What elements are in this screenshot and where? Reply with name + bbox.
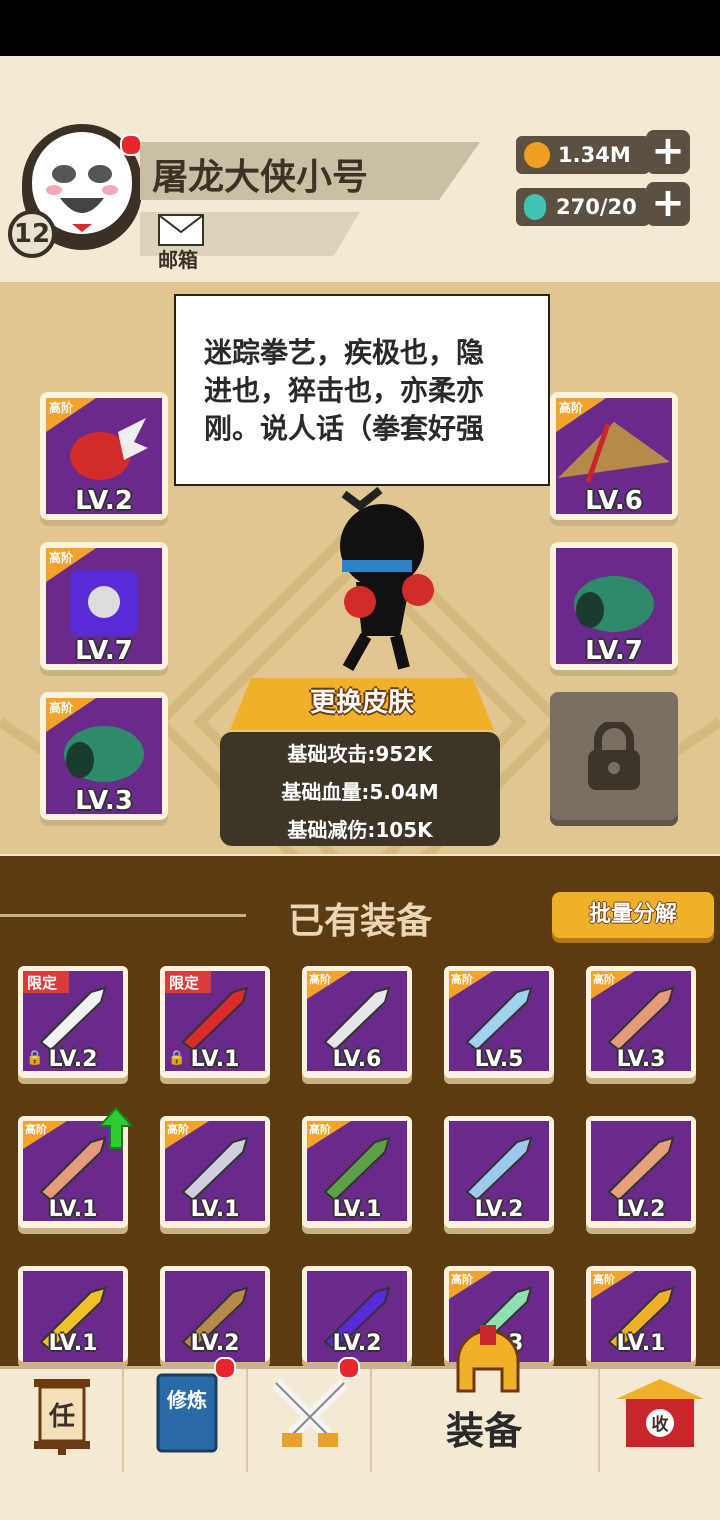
description-line: 迷踪拳艺，疾极也，隐 [204, 336, 485, 369]
purple-armor-icon [70, 570, 138, 636]
description-line: 刚。说人话（拳套好强 [204, 412, 485, 445]
slot-level: LV.7 [585, 636, 643, 666]
item-level: LV.1 [48, 1197, 98, 1222]
bottom-nav: 任 修炼 收 [0, 1325, 720, 1473]
jade-ring-icon [323, 1136, 391, 1200]
owned-item[interactable]: 高阶 LV.1 [586, 1266, 696, 1362]
player-level-badge: 12 [8, 210, 56, 258]
item-level: LV.2 [474, 1197, 524, 1222]
battle-notification-dot [338, 1357, 360, 1379]
straw-hat-icon [558, 422, 670, 483]
red-gauntlet-icon [70, 418, 148, 480]
scimitar-icon [323, 986, 391, 1050]
item-level: LV.5 [474, 1047, 524, 1072]
gem-value: 270/20 [556, 195, 637, 219]
item-level: LV.2 [48, 1047, 98, 1072]
item-level: LV.3 [616, 1047, 666, 1072]
pavilion-icon: 收 [616, 1379, 704, 1447]
batch-decompose-button[interactable]: 批量分解 [552, 892, 714, 938]
slot-level: LV.2 [75, 486, 133, 516]
add-gold-button[interactable]: + [646, 130, 690, 174]
item-level: LV.1 [332, 1197, 382, 1222]
equip-slot-armor[interactable]: 高阶 LV.7 [40, 542, 168, 670]
nav-tab-tasks[interactable]: 任 [0, 1369, 124, 1473]
hero-description: 迷踪拳艺，疾极也，隐 进也，猝击也，亦柔亦 刚。说人话（拳套好强 [174, 294, 550, 486]
item-level: LV.1 [190, 1197, 240, 1222]
hero-stats-panel: 基础攻击:952K 基础血量:5.04M 基础减伤:105K [220, 732, 500, 846]
stat-hp: 基础血量:5.04M [281, 780, 439, 804]
item-level: LV.2 [332, 1331, 382, 1356]
nav-tab-collect[interactable]: 收 [600, 1369, 720, 1473]
owned-item[interactable]: 高阶 LV.1 [18, 1106, 134, 1228]
silver-ring-icon [181, 1136, 249, 1200]
owned-item[interactable]: LV.2 [302, 1266, 412, 1362]
item-level: LV.1 [616, 1331, 666, 1356]
nav-tab-battle[interactable] [248, 1357, 372, 1473]
change-skin-button[interactable]: 更换皮肤 [230, 678, 494, 730]
green-bracer-icon [64, 726, 144, 782]
gold-value: 1.34M [558, 143, 631, 167]
equip-slot-locked[interactable] [550, 692, 678, 820]
item-level: LV.1 [48, 1331, 98, 1356]
stickman-hero [340, 486, 434, 671]
collect-glyph: 收 [652, 1414, 669, 1435]
owned-item[interactable]: LV.2 [586, 1116, 696, 1228]
cultivate-glyph: 修炼 [166, 1388, 207, 1412]
mail-icon[interactable] [158, 214, 204, 246]
equip-slot-bracer-2[interactable]: LV.7 [550, 542, 678, 670]
item-tag: 限定 [23, 971, 69, 993]
coin-icon [524, 142, 550, 168]
owned-item[interactable]: 高阶 LV.6 [302, 966, 412, 1078]
gold-counter: 1.34M [516, 136, 650, 174]
owned-item[interactable]: 限定 🔒 LV.2 [18, 966, 128, 1078]
equip-slot-weapon[interactable]: 高阶 LV.2 [40, 392, 168, 520]
wooden-sword-icon [607, 986, 675, 1050]
equip-slot-bracer[interactable]: 高阶 LV.3 [40, 692, 168, 820]
gem-icon [524, 194, 546, 220]
owned-item[interactable]: 限定 🔒 LV.1 [160, 966, 270, 1078]
green-bracer-icon [574, 576, 654, 632]
owned-item[interactable]: 高阶 LV.5 [444, 966, 554, 1078]
cultivate-notification-dot [214, 1357, 236, 1379]
gem-counter: 270/20 [516, 188, 650, 226]
player-name: 屠龙大侠小号 [152, 157, 369, 198]
owned-item[interactable]: 高阶LV.3 [586, 966, 696, 1078]
helmet-icon [456, 1325, 520, 1393]
item-tag: 限定 [165, 971, 211, 993]
owned-item[interactable]: 高阶 LV.1 [160, 1116, 270, 1228]
add-gem-button[interactable]: + [646, 182, 690, 226]
status-bar [0, 0, 720, 56]
item-level: LV.2 [616, 1197, 666, 1222]
nav-equipment-label[interactable]: 装备 [446, 1400, 522, 1455]
avatar-notification-dot [120, 134, 142, 156]
tasks-glyph: 任 [48, 1402, 75, 1432]
crossed-swords-icon [271, 1378, 349, 1447]
owned-item[interactable]: LV.2 [160, 1266, 270, 1362]
stat-reduction: 基础减伤:105K [287, 818, 433, 842]
equip-slot-hat[interactable]: 高阶 LV.6 [550, 392, 678, 520]
scroll-icon: 任 [34, 1379, 90, 1455]
owned-item[interactable]: LV.1 [18, 1266, 128, 1362]
owned-item[interactable]: LV.2 [444, 1116, 554, 1228]
slot-level: LV.3 [75, 786, 133, 816]
item-level: LV.1 [190, 1047, 240, 1072]
broad-sword-icon [607, 1136, 675, 1200]
book-icon: 修炼 [156, 1373, 218, 1453]
item-level: LV.6 [332, 1047, 382, 1072]
system-nav-area [0, 1472, 720, 1520]
owned-item[interactable]: 高阶 LV.1 [302, 1116, 412, 1228]
stat-attack: 基础攻击:952K [287, 742, 433, 766]
blue-sword-icon [465, 1136, 533, 1200]
blue-scimitar-icon [465, 986, 533, 1050]
nav-tab-cultivate[interactable]: 修炼 [124, 1357, 248, 1473]
padlock-icon [588, 722, 640, 790]
upgrade-arrow-icon [98, 1106, 134, 1149]
description-line: 进也，猝击也，亦柔亦 [204, 374, 485, 407]
slot-level: LV.6 [585, 486, 643, 516]
slot-level: LV.7 [75, 636, 133, 666]
item-level: LV.2 [190, 1331, 240, 1356]
mail-label[interactable]: 邮箱 [158, 244, 198, 273]
